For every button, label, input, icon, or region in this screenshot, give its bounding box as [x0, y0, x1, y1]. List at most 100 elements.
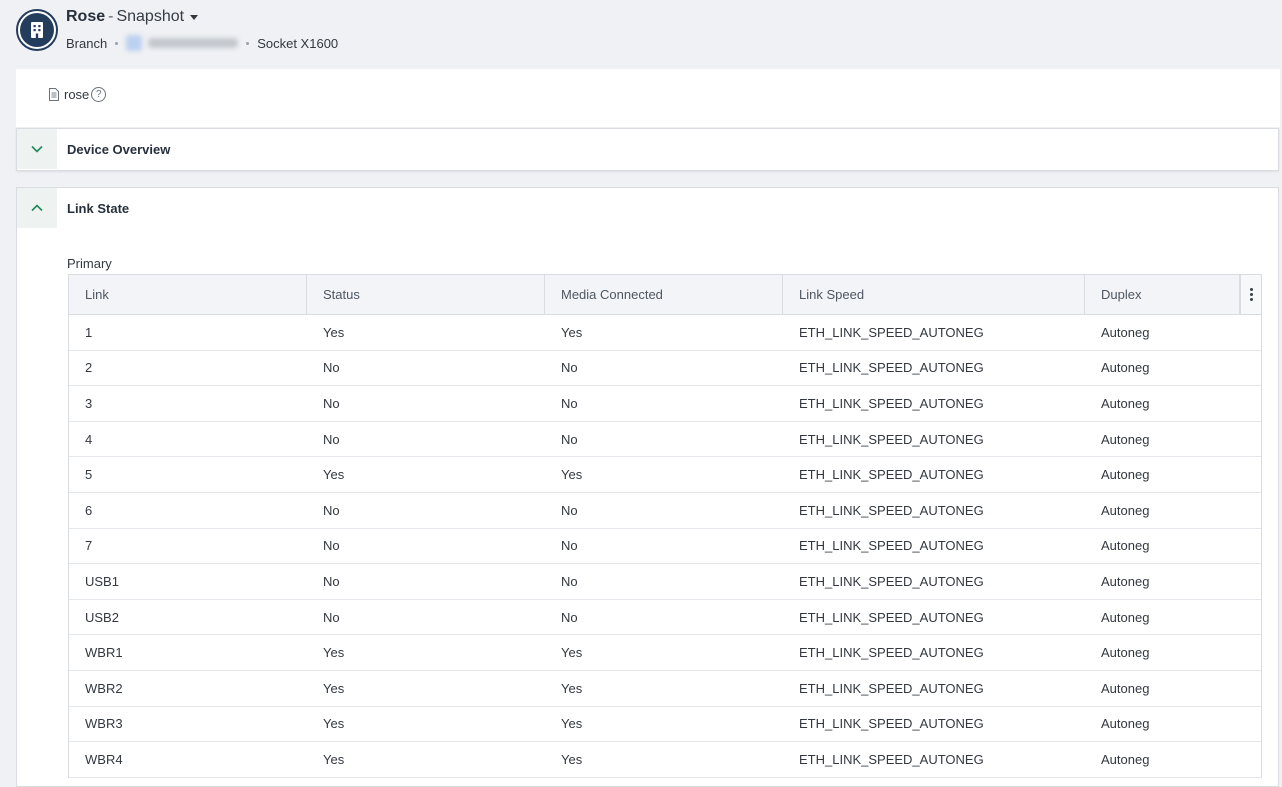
cell-link-speed: ETH_LINK_SPEED_AUTONEG [799, 431, 984, 447]
column-header-status[interactable]: Status [307, 275, 545, 314]
cell-media-connected: No [561, 360, 578, 376]
table-row[interactable]: 5 Yes Yes ETH_LINK_SPEED_AUTONEG Autoneg [69, 457, 1261, 493]
table-row[interactable]: USB2 No No ETH_LINK_SPEED_AUTONEG Autoneg [69, 600, 1261, 636]
cell-link: WBR3 [85, 716, 123, 732]
document-icon [49, 88, 59, 101]
kebab-menu-icon [1249, 288, 1253, 301]
dot-separator [246, 41, 250, 45]
cell-status: No [323, 538, 340, 554]
table-row[interactable]: WBR1 Yes Yes ETH_LINK_SPEED_AUTONEG Autoneg [69, 635, 1261, 671]
cell-status: Yes [323, 645, 345, 661]
cell-link: USB1 [85, 573, 119, 589]
table-row[interactable]: WBR2 Yes Yes ETH_LINK_SPEED_AUTONEG Autoneg [69, 671, 1261, 707]
cell-duplex: Autoneg [1101, 716, 1150, 732]
table-row[interactable]: USB1 No No ETH_LINK_SPEED_AUTONEG Autoneg [69, 564, 1261, 600]
breadcrumb: Branch Socket X1600 [66, 35, 338, 51]
cell-link-speed: ETH_LINK_SPEED_AUTONEG [799, 751, 984, 767]
page-title[interactable]: Rose - Snapshot [66, 8, 199, 26]
cell-duplex: Autoneg [1101, 573, 1150, 589]
expand-toggle[interactable] [17, 129, 57, 169]
device-name-card: rose ? [16, 69, 1280, 127]
link-state-table: Link Status Media Connected Link Speed D… [68, 274, 1262, 778]
chevron-down-icon [31, 145, 43, 153]
cell-media-connected: Yes [561, 751, 583, 767]
table-row[interactable]: 4 No No ETH_LINK_SPEED_AUTONEG Autoneg [69, 422, 1261, 458]
cell-status: Yes [323, 680, 345, 696]
link-state-section: Link State Primary Link Status Media Con… [16, 187, 1279, 787]
site-type: Branch [66, 35, 108, 51]
cell-link: 7 [85, 538, 93, 554]
cell-media-connected: Yes [561, 645, 583, 661]
device-overview-section: Device Overview [16, 128, 1279, 171]
dot-separator [115, 41, 119, 45]
column-menu-button[interactable] [1240, 275, 1261, 314]
redacted-icon [126, 35, 143, 51]
cell-link-speed: ETH_LINK_SPEED_AUTONEG [799, 502, 984, 518]
cell-duplex: Autoneg [1101, 680, 1150, 696]
cell-media-connected: Yes [561, 324, 583, 340]
cell-link: 6 [85, 502, 93, 518]
table-row[interactable]: 7 No No ETH_LINK_SPEED_AUTONEG Autoneg [69, 529, 1261, 565]
redacted-text [148, 38, 239, 48]
table-row[interactable]: 1 Yes Yes ETH_LINK_SPEED_AUTONEG Autoneg [69, 315, 1261, 351]
cell-status: Yes [323, 751, 345, 767]
cell-link: WBR1 [85, 645, 123, 661]
cell-status: Yes [323, 716, 345, 732]
cell-link-speed: ETH_LINK_SPEED_AUTONEG [799, 609, 984, 625]
cell-duplex: Autoneg [1101, 645, 1150, 661]
cell-link-speed: ETH_LINK_SPEED_AUTONEG [799, 716, 984, 732]
redacted-site-link[interactable] [126, 35, 239, 51]
device-name: rose [64, 87, 90, 102]
cell-link: WBR2 [85, 680, 123, 696]
cell-link: 4 [85, 431, 93, 447]
table-body: 1 Yes Yes ETH_LINK_SPEED_AUTONEG Autoneg 2 No N… [69, 315, 1261, 778]
cell-duplex: Autoneg [1101, 360, 1150, 376]
table-row[interactable]: 3 No No ETH_LINK_SPEED_AUTONEG Autoneg [69, 386, 1261, 422]
cell-media-connected: Yes [561, 467, 583, 483]
cell-status: No [323, 395, 340, 411]
page-header: Rose - Snapshot Branch Socket X1600 [0, 0, 1282, 68]
site-avatar [16, 9, 58, 51]
cell-duplex: Autoneg [1101, 538, 1150, 554]
cell-media-connected: Yes [561, 716, 583, 732]
cell-media-connected: Yes [561, 680, 583, 696]
caret-down-icon[interactable] [190, 14, 199, 20]
cell-status: No [323, 431, 340, 447]
link-state-header[interactable]: Link State [17, 188, 1278, 228]
device-model: Socket X1600 [257, 35, 339, 51]
column-header-media-connected[interactable]: Media Connected [545, 275, 783, 314]
cell-link-speed: ETH_LINK_SPEED_AUTONEG [799, 538, 984, 554]
table-row[interactable]: WBR4 Yes Yes ETH_LINK_SPEED_AUTONEG Autoneg [69, 742, 1261, 778]
cell-status: No [323, 360, 340, 376]
cell-status: No [323, 502, 340, 518]
table-row[interactable]: 2 No No ETH_LINK_SPEED_AUTONEG Autoneg [69, 351, 1261, 387]
table-row[interactable]: WBR3 Yes Yes ETH_LINK_SPEED_AUTONEG Autoneg [69, 707, 1261, 743]
cell-duplex: Autoneg [1101, 395, 1150, 411]
table-header: Link Status Media Connected Link Speed D… [69, 275, 1261, 315]
cell-link-speed: ETH_LINK_SPEED_AUTONEG [799, 645, 984, 661]
cell-link: 1 [85, 324, 93, 340]
cell-status: Yes [323, 467, 345, 483]
cell-link: 3 [85, 395, 93, 411]
column-header-duplex[interactable]: Duplex [1085, 275, 1240, 314]
primary-group-label: Primary [67, 256, 112, 271]
column-header-link[interactable]: Link [69, 275, 307, 314]
site-name: Rose [66, 8, 106, 25]
cell-duplex: Autoneg [1101, 751, 1150, 767]
table-row[interactable]: 6 No No ETH_LINK_SPEED_AUTONEG Autoneg [69, 493, 1261, 529]
cell-link: USB2 [85, 609, 119, 625]
cell-link-speed: ETH_LINK_SPEED_AUTONEG [799, 467, 984, 483]
cell-duplex: Autoneg [1101, 502, 1150, 518]
cell-media-connected: No [561, 395, 578, 411]
cell-link-speed: ETH_LINK_SPEED_AUTONEG [799, 573, 984, 589]
cell-status: Yes [323, 324, 345, 340]
cell-link-speed: ETH_LINK_SPEED_AUTONEG [799, 680, 984, 696]
cell-link: 5 [85, 467, 93, 483]
help-icon[interactable]: ? [91, 87, 107, 102]
column-header-link-speed[interactable]: Link Speed [783, 275, 1085, 314]
cell-duplex: Autoneg [1101, 324, 1150, 340]
device-overview-header[interactable]: Device Overview [17, 129, 1278, 169]
collapse-toggle[interactable] [17, 188, 57, 228]
building-icon [31, 22, 43, 38]
cell-status: No [323, 573, 340, 589]
